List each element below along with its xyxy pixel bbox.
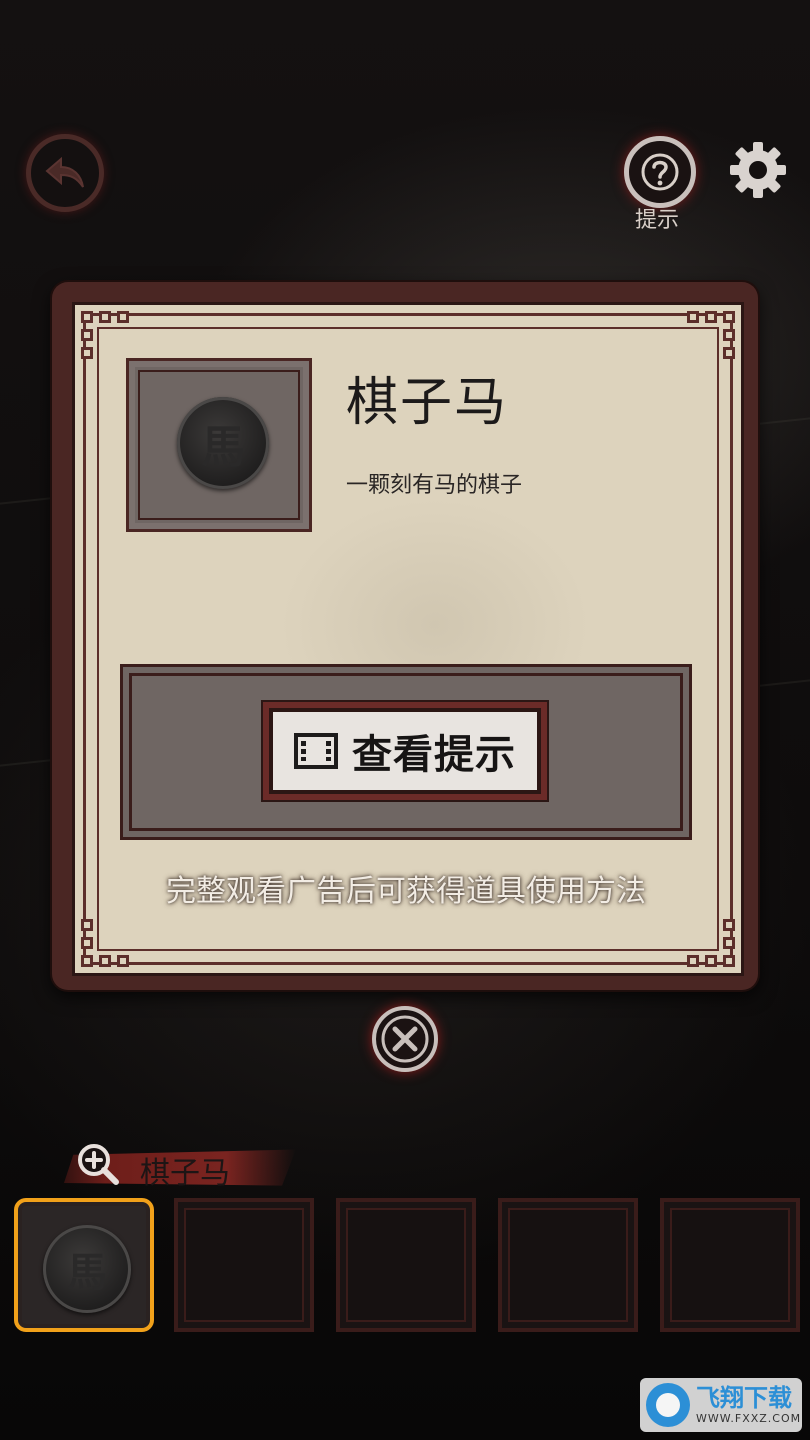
- item-thumbnail: 馬: [126, 358, 312, 532]
- frame-corner: [679, 911, 741, 973]
- inventory-slot-1[interactable]: 馬: [14, 1198, 154, 1332]
- question-mark-icon: [641, 153, 679, 191]
- ad-note: 完整观看广告后可获得道具使用方法: [166, 874, 646, 909]
- settings-button[interactable]: [724, 136, 792, 204]
- watermark-title: 飞翔下载: [696, 1384, 792, 1412]
- view-hint-button[interactable]: 查看提示: [263, 702, 547, 800]
- frame-corner: [679, 305, 741, 367]
- horse-chess-piece-icon: 馬: [177, 397, 269, 489]
- inventory-slot-2[interactable]: [174, 1198, 314, 1332]
- hint-label: 提示: [634, 208, 679, 233]
- watermark-logo-icon: [646, 1383, 690, 1427]
- inventory-slot-4[interactable]: [498, 1198, 638, 1332]
- item-title: 棋子马: [346, 373, 509, 433]
- back-arrow-icon: [45, 156, 84, 188]
- watermark-url: WWW.FXXZ.COM: [696, 1412, 802, 1425]
- item-description: 一颗刻有马的棋子: [346, 473, 523, 498]
- gear-icon: [730, 142, 786, 198]
- watermark: 飞翔下载 WWW.FXXZ.COM: [640, 1378, 802, 1432]
- frame-corner: [75, 911, 137, 973]
- selected-item-name: 棋子马: [140, 1156, 230, 1191]
- inventory-slot-5[interactable]: [660, 1198, 800, 1332]
- zoom-in-icon[interactable]: [74, 1140, 122, 1188]
- close-icon: [381, 1015, 429, 1063]
- close-button[interactable]: [372, 1006, 438, 1072]
- hint-button[interactable]: [624, 136, 696, 208]
- back-button[interactable]: [26, 134, 104, 212]
- inventory-slot-3[interactable]: [336, 1198, 476, 1332]
- view-hint-button-label: 查看提示: [352, 732, 516, 778]
- film-icon: [294, 733, 338, 769]
- horse-chess-piece-icon: 馬: [43, 1225, 131, 1313]
